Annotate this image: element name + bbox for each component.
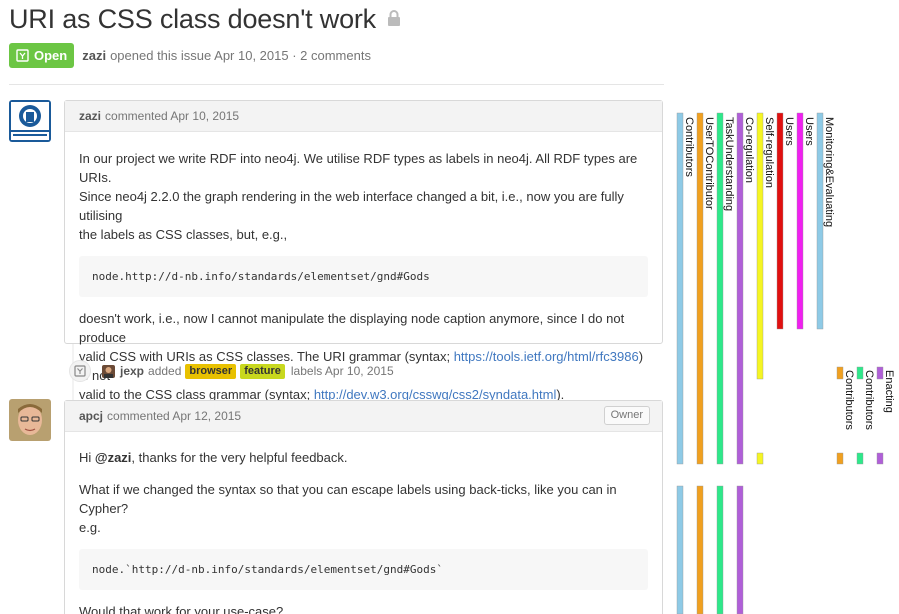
- annotation-bar: [836, 366, 844, 380]
- annotation-bar: [836, 452, 844, 465]
- annotation-bar: [736, 112, 744, 465]
- avatar-zazi[interactable]: [9, 100, 51, 142]
- state-badge-open: Open: [9, 43, 75, 68]
- annotation-bar: [876, 452, 884, 465]
- comment-text-part: Hi: [79, 450, 95, 465]
- comment-text: Would that work for your use-case?: [79, 604, 284, 614]
- annotation-bar-label: Users: [803, 117, 815, 146]
- issue-opened-text: opened this issue Apr 10, 2015 · 2 comme…: [110, 48, 371, 63]
- annotation-bar-label: UserTOContributor: [703, 117, 715, 210]
- annotation-bar: [716, 112, 724, 465]
- comment-text: Hi @zazi, thanks for the very helpful fe…: [79, 448, 648, 467]
- comment-apcj: apcj commented Apr 12, 2015 Owner Hi @za…: [64, 400, 663, 614]
- annotation-bar: [856, 366, 864, 380]
- annotation-bar: [816, 112, 824, 330]
- tag-icon: [69, 360, 91, 382]
- comment-author-link[interactable]: apcj: [79, 409, 103, 423]
- annotation-bar-label: TaskUnderstanding: [723, 117, 735, 211]
- comment-author-link[interactable]: zazi: [79, 109, 101, 123]
- avatar-apcj[interactable]: [9, 399, 51, 441]
- avatar-jexp[interactable]: [102, 364, 115, 378]
- issue-meta: Open zazi opened this issue Apr 10, 2015…: [9, 43, 371, 68]
- comment-text: What if we changed the syntax so that yo…: [79, 482, 617, 516]
- comment-zazi: zazi commented Apr 10, 2015 In our proje…: [64, 100, 663, 402]
- label-browser[interactable]: browser: [185, 363, 237, 379]
- issue-title-text: URI as CSS class doesn't work: [9, 4, 376, 34]
- lock-icon: [387, 3, 401, 34]
- annotation-bar: [776, 112, 784, 330]
- code-block: node.`http://d-nb.info/standards/element…: [79, 549, 648, 590]
- annotation-bar-label: Enacting: [883, 370, 895, 413]
- annotation-panel: Contributors UserTOContributor TaskUnderst…: [664, 95, 899, 614]
- annotation-bar-label: Self-regulation: [763, 117, 775, 188]
- annotation-bars: Contributors UserTOContributor TaskUnderst…: [676, 112, 895, 614]
- annotation-bar: [716, 485, 724, 614]
- issue-title: URI as CSS class doesn't work: [9, 4, 401, 35]
- comment-text: e.g.: [79, 520, 101, 535]
- annotation-bar: [876, 366, 884, 380]
- comment-body: Hi @zazi, thanks for the very helpful fe…: [65, 432, 662, 614]
- code-text: node.http://d-nb.info/standards/elements…: [92, 270, 430, 283]
- comment-text: In our project we write RDF into neo4j. …: [79, 151, 638, 185]
- comment-text: the labels as CSS classes, but, e.g.,: [79, 227, 288, 242]
- annotation-bar: [676, 485, 684, 614]
- annotation-bar: [676, 112, 684, 465]
- annotation-bar: [796, 112, 804, 330]
- event-suffix-text: labels Apr 10, 2015: [290, 364, 394, 378]
- rfc3986-link[interactable]: https://tools.ietf.org/html/rfc3986: [454, 349, 639, 364]
- annotation-bar-label: Contributors: [843, 370, 855, 430]
- mention-zazi[interactable]: @zazi: [95, 450, 132, 465]
- comment-text: doesn't work, i.e., now I cannot manipul…: [79, 311, 625, 345]
- header-divider: [9, 84, 664, 85]
- event-added-text: added: [148, 364, 182, 378]
- annotation-bar: [736, 485, 744, 614]
- event-actor-link[interactable]: jexp: [120, 364, 144, 378]
- issue-opened-icon: [16, 49, 29, 62]
- label-feature[interactable]: feature: [240, 363, 285, 379]
- comment-header: zazi commented Apr 10, 2015: [65, 101, 662, 132]
- annotation-bar-label: Co-regulation: [743, 117, 755, 183]
- code-text: node.`http://d-nb.info/standards/element…: [92, 563, 443, 576]
- state-label: Open: [34, 48, 68, 63]
- annotation-bar-label: Contributors: [863, 370, 875, 430]
- comment-header: apcj commented Apr 12, 2015 Owner: [65, 401, 662, 432]
- annotation-bar-label: Users: [783, 117, 795, 146]
- annotation-bar: [856, 452, 864, 465]
- annotation-bar: [756, 452, 764, 465]
- annotation-bar: [756, 112, 764, 380]
- annotation-bar: [696, 485, 704, 614]
- annotation-bar: [696, 112, 704, 465]
- comment-timestamp[interactable]: commented Apr 12, 2015: [107, 409, 241, 423]
- owner-badge: Owner: [603, 406, 650, 425]
- comment-text: Since neo4j 2.2.0 the graph rendering in…: [79, 189, 624, 223]
- label-event: jexp added browser feature labels Apr 10…: [64, 359, 394, 383]
- comment-text-part: , thanks for the very helpful feedback.: [131, 450, 348, 465]
- comment-timestamp[interactable]: commented Apr 10, 2015: [105, 109, 239, 123]
- annotation-bar-label: Monitoring&Evaluating: [823, 117, 835, 227]
- code-block: node.http://d-nb.info/standards/elements…: [79, 256, 648, 297]
- issue-author-link[interactable]: zazi: [82, 48, 106, 63]
- annotation-bar-label: Contributors: [683, 117, 695, 177]
